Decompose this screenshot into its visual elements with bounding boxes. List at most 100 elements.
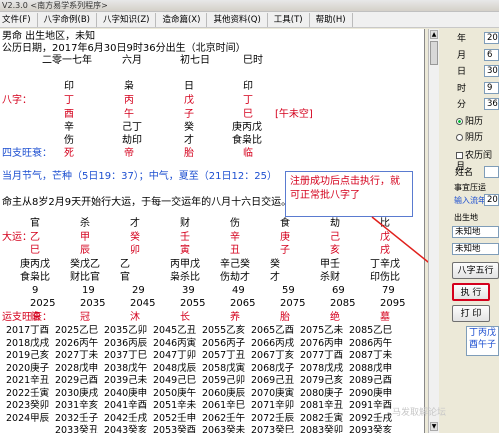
menu-zaoming[interactable]: 造命篇(X) <box>156 12 208 27</box>
dayun-god: 杀财 <box>320 272 340 283</box>
bazi-stem-day: 戊 <box>184 95 194 106</box>
wuxing-button[interactable]: 八字五行 <box>452 262 499 279</box>
dayun-label: 大运： <box>2 232 32 243</box>
bazi-branch-month: 午 <box>124 109 134 120</box>
dayun-god: 才 <box>270 272 280 283</box>
input-year-field[interactable]: 20 <box>484 194 499 206</box>
liunian-cell: 2032壬子 <box>55 412 99 424</box>
menu-tools[interactable]: 工具(T) <box>268 12 310 27</box>
input-sidebar: 年 201 月 6 日 30 时 9 分 36 阳历 阴历 农历闰月 姓名 事宜… <box>439 29 499 433</box>
name-label: 姓名 <box>455 168 474 178</box>
name-field[interactable] <box>484 166 499 178</box>
print-button[interactable]: 打 印 <box>452 305 490 322</box>
liunian-cell: 2056丙子 <box>202 337 246 349</box>
result-scrollbar[interactable]: ▲ ▼ <box>428 29 439 433</box>
scroll-thumb[interactable] <box>430 41 438 65</box>
liunian-cell: 2061辛巳 <box>202 400 246 411</box>
bazi-preview-line: 丁丙戊 <box>469 328 497 338</box>
month-label: 月 <box>457 51 467 61</box>
dayun-age: 69 <box>332 285 345 296</box>
execute-button[interactable]: 执 行 <box>452 283 490 301</box>
lunar-year: 二零一七年 <box>42 55 92 66</box>
dayun-god: 食枭比 <box>20 272 50 283</box>
hour-label: 时 <box>457 84 467 94</box>
day-field[interactable]: 30 <box>484 65 499 77</box>
liunian-cell: 2059己卯 <box>202 375 246 386</box>
dayun-god: 枭杀比 <box>170 272 200 283</box>
dayun-year: 2075 <box>280 298 306 309</box>
dayun-stem: 壬 <box>180 232 190 243</box>
bazi-branch-hour: 巳 <box>243 109 253 120</box>
dayun-branch: 寅 <box>180 245 190 256</box>
menu-other[interactable]: 其他资料(Q) <box>207 12 268 27</box>
dayun-top: 食 <box>280 218 290 229</box>
minute-label: 分 <box>457 100 467 110</box>
dayun-state: 胎 <box>280 312 290 323</box>
solar-date-line: 公历日期，2017年6月30日9时36分出生（北京时间） <box>2 43 246 54</box>
menu-bazi-cases[interactable]: 八字命例(B) <box>38 12 97 27</box>
birthplace-select-1[interactable]: 未知地 <box>452 226 499 238</box>
hour-field[interactable]: 9 <box>484 82 499 94</box>
liunian-cell: 2080庚子 <box>300 387 344 399</box>
liunian-cell: 2076丙申 <box>300 337 344 349</box>
menu-help[interactable]: 帮助(H) <box>310 12 353 27</box>
liunian-cell: 2071辛卯 <box>251 400 295 411</box>
solar-radio-label: 阳历 <box>465 117 484 127</box>
bazi-god-day: 才 <box>184 135 194 146</box>
liunian-cell: 2020庚子 <box>6 362 50 374</box>
dayun-top: 官 <box>30 218 40 229</box>
checkbox-icon <box>456 152 463 159</box>
dayun-branch: 丑 <box>230 245 240 256</box>
dayun-age: 9 <box>32 285 39 296</box>
dayun-stem: 戊 <box>380 232 390 243</box>
dayun-stems-row: 乙 甲 癸 壬 辛 庚 己 戊 <box>30 232 424 244</box>
dayun-god: 官 <box>120 272 130 283</box>
dayun-top-row: 官 杀 才 财 伤 食 劫 比 <box>30 218 424 230</box>
liunian-cell: 2040庚申 <box>104 387 148 399</box>
input-year-label: 输入流年 <box>454 196 486 205</box>
menu-file[interactable]: 文件(F) <box>0 12 38 27</box>
result-panel: 男命 出生地区，未知 公历日期，2017年6月30日9时36分出生（北京时间） … <box>0 29 425 433</box>
liunian-cell: 2063癸未 <box>202 425 246 433</box>
liunian-cell: 2090庚申 <box>349 387 393 399</box>
bazi-hidden-year: 辛 <box>64 122 74 133</box>
dayun-year: 2045 <box>130 298 156 309</box>
dayun-branch: 巳 <box>30 245 40 256</box>
dayun-hidden-row: 庚丙戊 癸戊乙 乙 丙甲戊 辛己癸 癸 甲壬 丁辛戊 <box>20 259 420 271</box>
liunian-cell: 2019己亥 <box>6 350 50 361</box>
bazi-god-year: 伤 <box>64 135 74 146</box>
dayun-state: 长 <box>180 312 190 323</box>
liunian-cell: 2052壬申 <box>153 412 197 424</box>
month-field[interactable]: 6 <box>484 49 499 61</box>
bazi-stem-hour: 丁 <box>243 95 253 106</box>
scroll-down-icon[interactable]: ▼ <box>430 422 438 431</box>
liunian-cell: 2051辛未 <box>153 400 197 411</box>
dayun-stem: 甲 <box>80 232 90 243</box>
dayun-branch: 辰 <box>80 245 90 256</box>
dayun-hidden: 辛己癸 <box>220 259 250 270</box>
lunar-day: 初七日 <box>180 55 210 66</box>
scroll-up-icon[interactable]: ▲ <box>430 30 438 39</box>
menu-bazi-knowledge[interactable]: 八字知识(Z) <box>97 12 157 27</box>
dayun-hidden: 癸戊乙 <box>70 259 100 270</box>
year-label: 年 <box>457 34 467 44</box>
birthplace-label: 出生地 <box>454 213 478 222</box>
liunian-cell: 2085乙巳 <box>349 325 393 336</box>
minute-field[interactable]: 36 <box>484 98 499 110</box>
lunar-radio[interactable]: 阴历 <box>456 133 483 144</box>
liunian-cell: 2038戊午 <box>104 362 148 374</box>
bazi-status-year: 死 <box>64 148 74 159</box>
liunian-cell: 2043癸亥 <box>104 425 148 433</box>
liunian-cell: 2053癸酉 <box>153 425 197 433</box>
lunar-radio-label: 阴历 <box>465 133 484 143</box>
liunian-cell: 2023癸卯 <box>6 400 50 411</box>
bazi-status-hour: 临 <box>243 148 253 159</box>
menu-bar: 文件(F) 八字命例(B) 八字知识(Z) 造命篇(X) 其他资料(Q) 工具(… <box>0 12 499 28</box>
dayun-top: 杀 <box>80 218 90 229</box>
dayun-age: 79 <box>382 285 395 296</box>
bazi-branch-day: 子 <box>184 109 194 120</box>
liunian-cell: 2027丁未 <box>55 350 99 361</box>
year-field[interactable]: 201 <box>484 32 499 44</box>
birthplace-select-2[interactable]: 未知地 <box>452 243 499 255</box>
solar-radio[interactable]: 阳历 <box>456 117 483 128</box>
